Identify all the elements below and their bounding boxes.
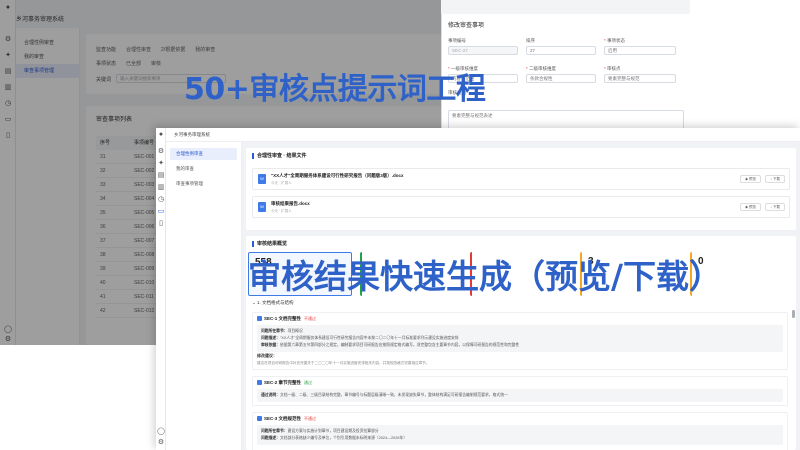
gear-icon[interactable]: ⚙: [157, 148, 165, 156]
status-badge: 不通过: [304, 416, 317, 421]
desc-textarea[interactable]: 要素完整与规范表述: [448, 110, 684, 130]
point-field[interactable]: 要素完整与规范: [604, 74, 676, 83]
review-item: SEC-1 文档完整性 不通过 问题所在章节：项目概况 问题描述："XX人才"全周…: [252, 312, 788, 370]
download-button[interactable]: ↓ 下载: [765, 203, 785, 211]
item-title: SEC-3 文档规范性 不通过: [257, 416, 316, 422]
item-title: SEC-2 章节完整性 通过: [257, 380, 312, 386]
logo-icon: ●: [158, 131, 164, 138]
book-icon[interactable]: ▯: [157, 220, 165, 228]
app-title: 乡河事务审理系统: [174, 132, 210, 137]
cat2-label: * 二级审核维度: [526, 66, 557, 71]
download-button[interactable]: ↓ 下载: [765, 175, 785, 183]
status-select[interactable]: 启用: [604, 46, 676, 55]
file-meta: 今天 · 扩展人: [271, 181, 292, 185]
sidebar-item-compliance-review[interactable]: 合理性例审查: [170, 148, 237, 160]
preview-button[interactable]: ◉ 预览: [739, 175, 761, 183]
feature-caption-bottom: 审核结果快速生成（预览/下载）: [248, 257, 723, 296]
chart-icon[interactable]: ▤: [157, 172, 165, 180]
item-details: 问题所在章节：项目概况 问题描述："XX人才"全周期服务体系建设可行性研究报告内…: [257, 325, 783, 352]
drawer-title: 修改审查事项: [448, 23, 485, 29]
code-label: 事项编号: [448, 38, 466, 43]
card-title: 审核结果概览: [252, 241, 287, 247]
card-title: 合理性审查 · 结果文件: [252, 153, 306, 159]
settings-icon[interactable]: ⚙: [157, 439, 165, 447]
review-item: SEC-3 文档规范性 不通过 问题所在章节：建设方案与实施计划章节，项目建设期及…: [252, 412, 788, 450]
point-label: * 审核点: [604, 66, 621, 71]
suggestion-text: 建议在项目可研报告中补充完善关于二〇二〇年十一月实施进度安排相关内容，并按规范格…: [257, 361, 430, 365]
collapse-section-header[interactable]: ⌄ 1. 文档格式与结构: [252, 300, 294, 306]
item-details: 问题所在章节：建设方案与实施计划章节，项目建设期及投资估算部分 问题描述：文档部…: [257, 425, 783, 445]
word-file-icon: W: [258, 174, 266, 184]
icon-rail: ● ⚙ ✦ ▤ ▥ ◷ ▭ ▯ ◯ ⚙: [156, 128, 166, 450]
detail-line: 通过说明：文档一级、二级、三级目录结构完整，章节编号与标题层级清晰一致，未发现缺…: [261, 393, 508, 397]
item-title: SEC-1 文档完整性 不通过: [257, 316, 316, 322]
item-marker-icon: [257, 316, 262, 321]
seq-field[interactable]: 27: [526, 46, 596, 55]
status-label: * 事项状态: [604, 38, 626, 43]
sidebar: 合理性例审查 我的审查 审查事项管理: [166, 142, 242, 450]
seq-label: 排序: [526, 38, 535, 43]
status-badge: 通过: [304, 380, 313, 385]
item-details: 通过说明：文档一级、二级、三级目录结构完整，章节编号与标题层级清晰一致，未发现缺…: [257, 389, 783, 402]
suggestion-title: 修改建议：: [257, 353, 277, 358]
file-name: "XX人才"全周期服务体系建设可行性研究报告（问题版3版）.docx: [271, 173, 404, 178]
detail-line: 问题所在章节：建设方案与实施计划章节，项目建设期及投资估算部分: [261, 429, 379, 433]
compass-icon[interactable]: ✦: [157, 160, 165, 168]
clock-icon[interactable]: ◷: [157, 196, 165, 204]
file-row[interactable]: W 审核结果报告.docx 今天 · 扩展人 ◉ 预览 ↓ 下载: [252, 196, 790, 218]
feature-caption-top: 50+审核点提示词工程: [184, 72, 486, 107]
file-meta: 今天 · 扩展人: [271, 209, 292, 213]
user-icon[interactable]: ◯: [157, 428, 165, 436]
file-name: 审核结果报告.docx: [271, 201, 310, 206]
detail-line: 问题描述："XX人才"全周期服务体系建设可行性研究报告内容中未按二〇二〇年十一月…: [261, 336, 459, 340]
status-badge: 不通过: [304, 316, 317, 321]
item-marker-icon: [257, 380, 262, 385]
bar-chart-icon[interactable]: ▥: [157, 184, 165, 192]
item-marker-icon: [257, 416, 262, 421]
sidebar-item-review-management[interactable]: 审查事项管理: [166, 178, 241, 190]
detail-line: 问题描述：文档部分表格缺少编号及单位，个别引用数据未标明来源（2024—2026…: [261, 436, 407, 440]
sidebar-item-my-review[interactable]: 我的审查: [166, 163, 241, 175]
review-item: SEC-2 章节完整性 通过 通过说明：文档一级、二级、三级目录结构完整，章节编号…: [252, 376, 788, 406]
document-icon[interactable]: ▭: [157, 208, 165, 216]
code-field: SEC-27: [448, 46, 518, 55]
app-header: 乡河事务审理系统: [166, 128, 800, 142]
word-file-icon: W: [258, 202, 266, 212]
file-row[interactable]: W "XX人才"全周期服务体系建设可行性研究报告（问题版3版）.docx 今天 …: [252, 168, 790, 190]
detail-line: 问题所在章节：项目概况: [261, 329, 303, 333]
result-files-card: 合理性审查 · 结果文件 W "XX人才"全周期服务体系建设可行性研究报告（问题…: [246, 148, 796, 230]
preview-button[interactable]: ◉ 预览: [739, 203, 761, 211]
main-content: 合理性审查 · 结果文件 W "XX人才"全周期服务体系建设可行性研究报告（问题…: [246, 146, 796, 450]
scrollbar-thumb[interactable]: [792, 310, 795, 318]
cat2-field[interactable]: 条款合规性: [526, 74, 596, 83]
detail-line: 审核依据：依据第六章第五节第四部分之规定，编制要求项目可研报告应按照规定格式编写…: [261, 343, 520, 347]
